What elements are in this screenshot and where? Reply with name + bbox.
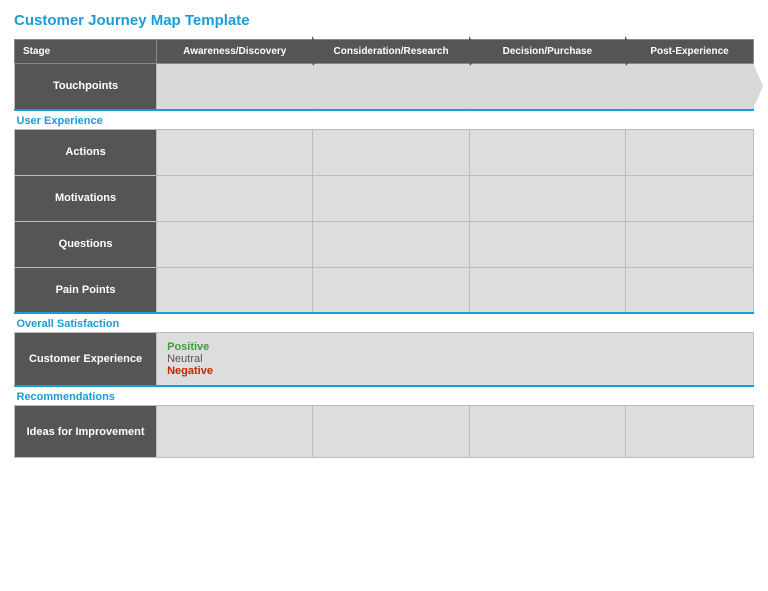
recommendations-label: Recommendations (15, 386, 754, 406)
questions-col1[interactable] (157, 221, 313, 267)
post-experience-header: Post-Experience (626, 40, 754, 64)
actions-row: Actions (15, 129, 754, 175)
overall-satisfaction-section: Overall Satisfaction (15, 313, 754, 333)
actions-col3[interactable] (469, 129, 625, 175)
ideas-col2[interactable] (313, 406, 469, 458)
questions-col3[interactable] (469, 221, 625, 267)
stage-header: Stage (15, 40, 157, 64)
questions-label: Questions (15, 221, 157, 267)
touchpoints-col2[interactable] (313, 64, 469, 110)
ideas-row: Ideas for Improvement (15, 406, 754, 458)
actions-col1[interactable] (157, 129, 313, 175)
touchpoints-label: Touchpoints (15, 64, 157, 110)
user-experience-label: User Experience (15, 110, 754, 130)
pain-points-col1[interactable] (157, 267, 313, 313)
touchpoints-col4[interactable] (626, 64, 754, 110)
ideas-col4[interactable] (626, 406, 754, 458)
customer-experience-row: Customer Experience Positive Neutral Neg… (15, 333, 754, 387)
motivations-col1[interactable] (157, 175, 313, 221)
header-row: Stage Awareness/Discovery Consideration/… (15, 40, 754, 64)
motivations-label: Motivations (15, 175, 157, 221)
ideas-label: Ideas for Improvement (15, 406, 157, 458)
motivations-col4[interactable] (626, 175, 754, 221)
decision-header: Decision/Purchase (469, 40, 625, 64)
actions-label: Actions (15, 129, 157, 175)
overall-satisfaction-label: Overall Satisfaction (15, 313, 754, 333)
ideas-col1[interactable] (157, 406, 313, 458)
pain-points-col2[interactable] (313, 267, 469, 313)
awareness-header: Awareness/Discovery (157, 40, 313, 64)
customer-experience-content[interactable]: Positive Neutral Negative (157, 333, 754, 387)
motivations-row: Motivations (15, 175, 754, 221)
recommendations-section: Recommendations (15, 386, 754, 406)
page-title: Customer Journey Map Template (14, 12, 754, 29)
touchpoints-col1[interactable] (157, 64, 313, 110)
cx-negative-text: Negative (167, 365, 743, 377)
actions-col2[interactable] (313, 129, 469, 175)
pain-points-row: Pain Points (15, 267, 754, 313)
ideas-col3[interactable] (469, 406, 625, 458)
touchpoints-col3[interactable] (469, 64, 625, 110)
pain-points-col3[interactable] (469, 267, 625, 313)
motivations-col2[interactable] (313, 175, 469, 221)
touchpoints-row: Touchpoints (15, 64, 754, 110)
questions-col2[interactable] (313, 221, 469, 267)
pain-points-col4[interactable] (626, 267, 754, 313)
questions-col4[interactable] (626, 221, 754, 267)
journey-map-table: Stage Awareness/Discovery Consideration/… (14, 39, 754, 458)
pain-points-label: Pain Points (15, 267, 157, 313)
cx-positive-text: Positive (167, 341, 743, 353)
actions-col4[interactable] (626, 129, 754, 175)
motivations-col3[interactable] (469, 175, 625, 221)
customer-experience-label: Customer Experience (15, 333, 157, 387)
user-experience-section: User Experience (15, 110, 754, 130)
consideration-header: Consideration/Research (313, 40, 469, 64)
cx-neutral-text: Neutral (167, 353, 743, 365)
questions-row: Questions (15, 221, 754, 267)
